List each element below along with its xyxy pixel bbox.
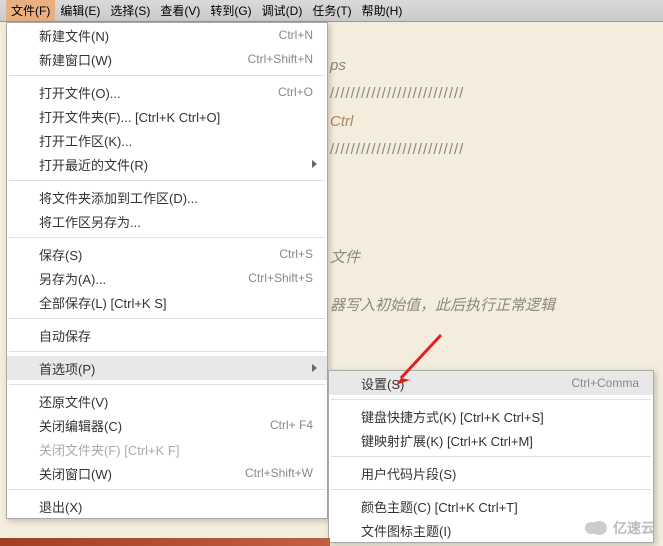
- menu-item-label: 新建文件(N): [39, 26, 109, 45]
- menubar-view[interactable]: 查看(V): [155, 0, 205, 21]
- menu-new-file[interactable]: 新建文件(N) Ctrl+N: [7, 23, 327, 47]
- menu-item-label: 还原文件(V): [39, 392, 108, 411]
- submenu-keymap-extensions[interactable]: 键映射扩展(K) [Ctrl+K Ctrl+M]: [329, 428, 653, 452]
- menu-separator: [9, 318, 325, 319]
- menu-separator: [9, 75, 325, 76]
- code-text: //////////////////////////: [330, 80, 643, 108]
- menu-item-label: 关闭文件夹(F) [Ctrl+K F]: [39, 440, 179, 459]
- menubar-select[interactable]: 选择(S): [105, 0, 155, 21]
- menubar-debug[interactable]: 调试(D): [257, 0, 308, 21]
- menu-item-label: 关闭编辑器(C): [39, 416, 122, 435]
- menu-close-editor[interactable]: 关闭编辑器(C) Ctrl+ F4: [7, 413, 327, 437]
- submenu-settings[interactable]: 设置(S) Ctrl+Comma: [329, 371, 653, 395]
- menu-separator: [9, 180, 325, 181]
- menu-item-label: 首选项(P): [39, 359, 95, 378]
- submenu-arrow-icon: [312, 364, 317, 372]
- menu-item-label: 将工作区另存为...: [39, 212, 141, 231]
- menu-separator: [9, 237, 325, 238]
- menu-item-shortcut: Ctrl+Comma: [571, 376, 639, 390]
- menu-item-shortcut: Ctrl+ F4: [270, 418, 313, 432]
- menu-item-shortcut: Ctrl+Shift+W: [245, 466, 313, 480]
- menu-revert-file[interactable]: 还原文件(V): [7, 389, 327, 413]
- menubar-edit[interactable]: 编辑(E): [55, 0, 105, 21]
- menu-item-label: 退出(X): [39, 497, 82, 516]
- menu-item-label: 关闭窗口(W): [39, 464, 112, 483]
- menu-item-label: 打开文件(O)...: [39, 83, 121, 102]
- code-text: ps: [330, 52, 643, 80]
- menu-new-window[interactable]: 新建窗口(W) Ctrl+Shift+N: [7, 47, 327, 71]
- menu-item-label: 打开最近的文件(R): [39, 155, 148, 174]
- menu-save-workspace-as[interactable]: 将工作区另存为...: [7, 209, 327, 233]
- menu-separator: [9, 489, 325, 490]
- menubar-tasks[interactable]: 任务(T): [307, 0, 356, 21]
- menubar: 文件(F) 编辑(E) 选择(S) 查看(V) 转到(G) 调试(D) 任务(T…: [0, 0, 663, 22]
- menu-item-shortcut: Ctrl+S: [279, 247, 313, 261]
- menu-preferences[interactable]: 首选项(P): [7, 356, 327, 380]
- menu-separator: [9, 351, 325, 352]
- menu-exit[interactable]: 退出(X): [7, 494, 327, 518]
- menu-item-shortcut: Ctrl+O: [278, 85, 313, 99]
- menubar-goto[interactable]: 转到(G): [205, 0, 256, 21]
- menu-item-label: 打开工作区(K)...: [39, 131, 132, 150]
- menu-auto-save[interactable]: 自动保存: [7, 323, 327, 347]
- menu-item-label: 保存(S): [39, 245, 82, 264]
- code-text: 器写入初始值，此后执行正常逻辑: [330, 292, 643, 320]
- menu-open-folder[interactable]: 打开文件夹(F)... [Ctrl+K Ctrl+O]: [7, 104, 327, 128]
- menu-separator: [9, 384, 325, 385]
- menu-item-label: 自动保存: [39, 326, 91, 345]
- menu-open-file[interactable]: 打开文件(O)... Ctrl+O: [7, 80, 327, 104]
- menu-item-label: 设置(S): [361, 374, 404, 393]
- code-text: Ctrl: [330, 108, 643, 136]
- menubar-help[interactable]: 帮助(H): [357, 0, 408, 21]
- menu-item-label: 文件图标主题(I): [361, 521, 451, 540]
- menu-item-shortcut: Ctrl+Shift+S: [248, 271, 313, 285]
- menu-separator: [331, 399, 651, 400]
- cloud-icon: [585, 520, 609, 536]
- menu-separator: [331, 489, 651, 490]
- menu-item-label: 新建窗口(W): [39, 50, 112, 69]
- watermark-text: 亿速云: [613, 518, 655, 538]
- menu-separator: [331, 456, 651, 457]
- submenu-arrow-icon: [312, 160, 317, 168]
- menu-item-shortcut: Ctrl+Shift+N: [248, 52, 313, 66]
- menu-open-recent[interactable]: 打开最近的文件(R): [7, 152, 327, 176]
- submenu-color-theme[interactable]: 颜色主题(C) [Ctrl+K Ctrl+T]: [329, 494, 653, 518]
- menu-item-label: 将文件夹添加到工作区(D)...: [39, 188, 198, 207]
- watermark: 亿速云: [585, 518, 655, 538]
- menubar-file[interactable]: 文件(F): [6, 0, 55, 21]
- file-menu-dropdown: 新建文件(N) Ctrl+N 新建窗口(W) Ctrl+Shift+N 打开文件(O…: [6, 22, 328, 519]
- submenu-user-snippets[interactable]: 用户代码片段(S): [329, 461, 653, 485]
- submenu-keyboard-shortcuts[interactable]: 键盘快捷方式(K) [Ctrl+K Ctrl+S]: [329, 404, 653, 428]
- menu-close-folder: 关闭文件夹(F) [Ctrl+K F]: [7, 437, 327, 461]
- menu-item-label: 打开文件夹(F)... [Ctrl+K Ctrl+O]: [39, 107, 220, 126]
- menu-open-workspace[interactable]: 打开工作区(K)...: [7, 128, 327, 152]
- menu-save[interactable]: 保存(S) Ctrl+S: [7, 242, 327, 266]
- menu-item-label: 键映射扩展(K) [Ctrl+K Ctrl+M]: [361, 431, 533, 450]
- menu-item-label: 用户代码片段(S): [361, 464, 456, 483]
- menu-item-label: 键盘快捷方式(K) [Ctrl+K Ctrl+S]: [361, 407, 544, 426]
- menu-item-shortcut: Ctrl+N: [279, 28, 313, 42]
- menu-item-label: 全部保存(L) [Ctrl+K S]: [39, 293, 167, 312]
- bottom-decoration: [0, 538, 330, 546]
- menu-close-window[interactable]: 关闭窗口(W) Ctrl+Shift+W: [7, 461, 327, 485]
- code-text: //////////////////////////: [330, 136, 643, 164]
- menu-save-as[interactable]: 另存为(A)... Ctrl+Shift+S: [7, 266, 327, 290]
- menu-item-label: 另存为(A)...: [39, 269, 106, 288]
- menu-save-all[interactable]: 全部保存(L) [Ctrl+K S]: [7, 290, 327, 314]
- code-text: 文件: [330, 244, 643, 272]
- menu-item-label: 颜色主题(C) [Ctrl+K Ctrl+T]: [361, 497, 518, 516]
- menu-add-folder-workspace[interactable]: 将文件夹添加到工作区(D)...: [7, 185, 327, 209]
